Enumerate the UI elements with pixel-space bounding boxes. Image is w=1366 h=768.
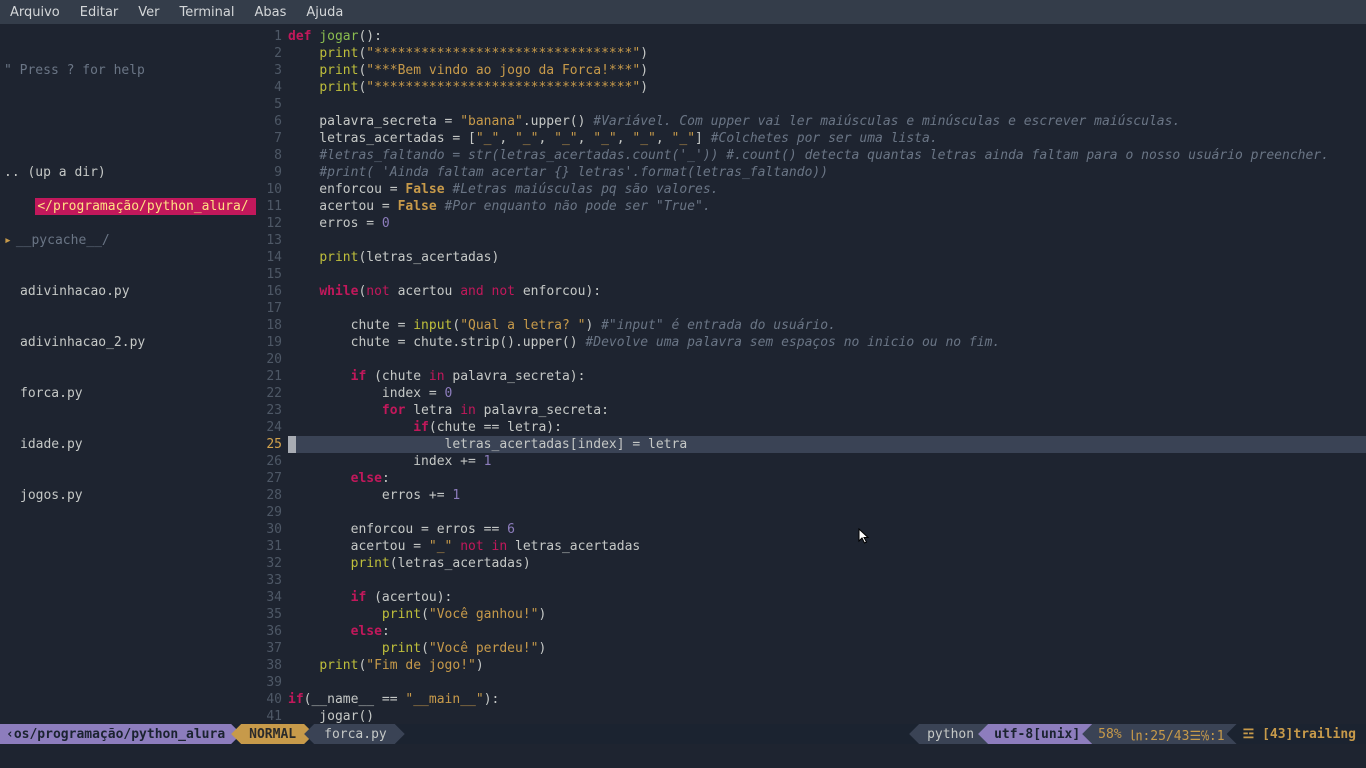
code-content[interactable]: def jogar(): print("********************… — [288, 24, 1366, 744]
up-dir[interactable]: .. (up a dir) — [4, 164, 252, 181]
line-gutter: 1234567891011121314151617181920212223242… — [256, 24, 288, 744]
statusbar: ‹os/programação/python_alura NORMAL forc… — [0, 724, 1366, 744]
current-path: </programação/python_alura/ — [35, 198, 283, 215]
status-path: ‹os/programação/python_alura — [0, 724, 241, 744]
status-trailing: ☲ [43]trailing — [1227, 724, 1366, 744]
file-tree-sidebar[interactable]: " Press ? for help .. (up a dir) </progr… — [0, 24, 256, 744]
status-spacer — [405, 724, 909, 744]
file-item[interactable]: adivinhacao_2.py — [4, 334, 252, 351]
menu-ver[interactable]: Ver — [138, 5, 159, 20]
file-item[interactable]: adivinhacao.py — [4, 283, 252, 300]
status-mode: NORMAL — [231, 724, 314, 744]
main-area: " Press ? for help .. (up a dir) </progr… — [0, 24, 1366, 744]
menu-ajuda[interactable]: Ajuda — [306, 5, 343, 20]
file-item[interactable]: jogos.py — [4, 487, 252, 504]
menu-abas[interactable]: Abas — [254, 5, 286, 20]
file-item[interactable]: forca.py — [4, 385, 252, 402]
status-encoding: utf-8[unix] — [978, 724, 1092, 744]
file-item[interactable]: idade.py — [4, 436, 252, 453]
folder-arrow-icon: ▸ — [4, 233, 12, 248]
folder-pycache[interactable]: ▸__pycache__/ — [4, 232, 252, 249]
help-hint: " Press ? for help — [4, 62, 252, 79]
code-editor[interactable]: 1234567891011121314151617181920212223242… — [256, 24, 1366, 744]
menu-editar[interactable]: Editar — [80, 5, 119, 20]
menu-terminal[interactable]: Terminal — [180, 5, 235, 20]
status-position: 58% ㏑:25/43☰℅:1 — [1082, 724, 1236, 744]
menubar: Arquivo Editar Ver Terminal Abas Ajuda — [0, 0, 1366, 24]
status-filename: forca.py — [304, 724, 405, 744]
menu-arquivo[interactable]: Arquivo — [10, 5, 60, 20]
status-filetype: python — [909, 724, 988, 744]
